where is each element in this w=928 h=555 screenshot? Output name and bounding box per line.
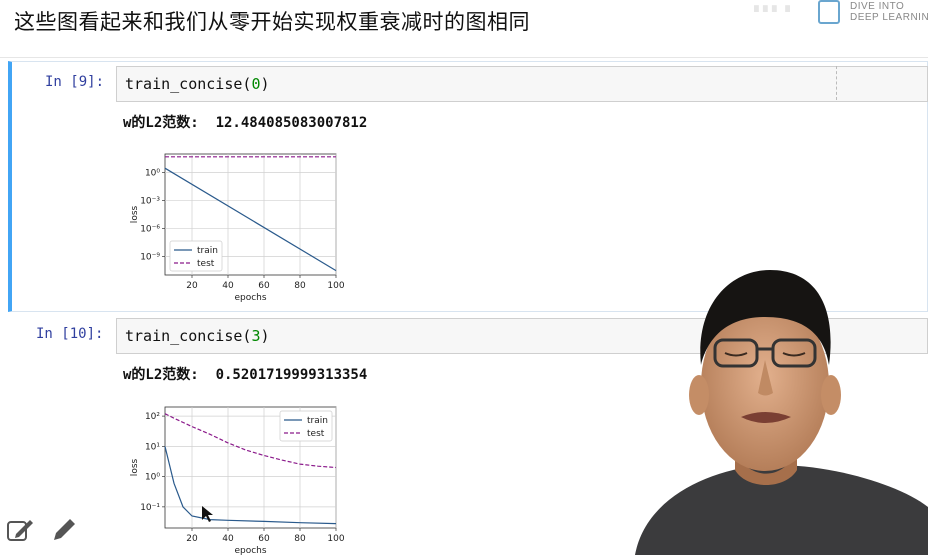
legend-label: test — [307, 429, 325, 439]
x-tick-label: 20 — [186, 534, 198, 544]
y-tick-label: 10¹ — [145, 442, 160, 452]
x-tick-label: 100 — [327, 534, 344, 544]
x-tick-label: 40 — [222, 281, 234, 291]
legend-label: test — [197, 259, 215, 269]
cell-output-text: w的L2范数: 12.484085083007812 — [123, 115, 368, 131]
cell-output-text: w的L2范数: 0.5201719999313354 — [123, 367, 368, 383]
y-axis-label: loss — [130, 458, 140, 476]
page-title: 这些图看起来和我们从零开始实现权重衰减时的图相同 — [14, 10, 530, 34]
logo-line2: DEEP LEARNING — [850, 12, 928, 23]
ghost-watermark: ∎∎∎ ∎ — [752, 0, 793, 16]
line-length-ruler — [836, 66, 837, 100]
edit-note-icon[interactable] — [6, 516, 36, 544]
y-tick-label: 10⁰ — [145, 473, 160, 483]
x-tick-label: 60 — [258, 534, 270, 544]
x-tick-label: 80 — [294, 281, 306, 291]
loss-chart-2: 20 40 60 80 100 10² 10¹ 10⁰ 10⁻¹ epochs loss train t… — [130, 406, 345, 555]
y-tick-label: 10² — [145, 412, 160, 422]
y-axis-label: loss — [130, 205, 140, 223]
header-divider — [0, 57, 928, 58]
x-tick-label: 40 — [222, 534, 234, 544]
x-tick-label: 80 — [294, 534, 306, 544]
x-tick-label: 20 — [186, 281, 198, 291]
legend-label: train — [197, 246, 218, 256]
d2l-logo: DIVE INTO DEEP LEARNING — [818, 0, 928, 28]
logo-line1: DIVE INTO — [850, 1, 905, 12]
y-tick-label: 10⁻⁹ — [140, 252, 160, 262]
x-axis-label: epochs — [234, 546, 266, 555]
cell-prompt: In [10]: — [36, 326, 104, 342]
code-text: train_concise(3) — [125, 327, 270, 345]
cell-prompt: In [9]: — [45, 74, 105, 90]
pencil-icon[interactable] — [50, 516, 80, 544]
x-tick-label: 60 — [258, 281, 270, 291]
y-tick-label: 10⁻⁶ — [140, 224, 160, 234]
code-input[interactable]: train_concise(0) — [116, 66, 928, 102]
legend-label: train — [307, 416, 328, 426]
code-text: train_concise(0) — [125, 75, 270, 93]
y-tick-label: 10⁻³ — [140, 197, 160, 207]
y-tick-label: 10⁰ — [145, 169, 160, 179]
y-tick-label: 10⁻¹ — [140, 503, 160, 513]
logo-mark-icon — [818, 0, 840, 24]
x-tick-label: 100 — [327, 281, 344, 291]
loss-chart-1: 20 40 60 80 100 10⁰ 10⁻³ 10⁻⁶ 10⁻⁹ epochs loss trai… — [130, 153, 345, 303]
presenter-video — [635, 270, 928, 555]
x-axis-label: epochs — [234, 293, 266, 303]
